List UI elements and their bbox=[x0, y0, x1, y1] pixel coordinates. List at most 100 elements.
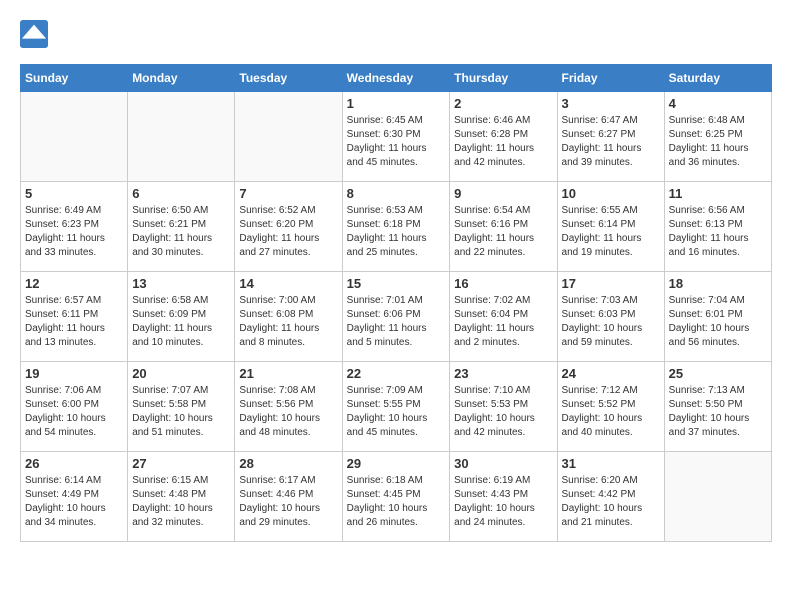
calendar-cell: 21 Sunrise: 7:08 AM Sunset: 5:56 PM Dayli… bbox=[235, 362, 342, 452]
calendar-cell: 6Sunrise: 6:50 AM Sunset: 6:21 PM Daylig… bbox=[128, 182, 235, 272]
calendar-cell: 7Sunrise: 6:52 AM Sunset: 6:20 PM Daylig… bbox=[235, 182, 342, 272]
calendar-cell: 9 Sunrise: 6:54 AM Sunset: 6:16 PM Daylig… bbox=[450, 182, 557, 272]
day-info: Sunrise: 6:53 AM Sunset: 6:18 PM Dayligh… bbox=[347, 204, 446, 260]
day-info: Sunrise: 7:00 AM Sunset: 6:08 PM Dayligh… bbox=[239, 294, 337, 350]
day-info: Sunrise: 7:04 AM Sunset: 6:01 PM Dayligh… bbox=[669, 294, 767, 350]
calendar-cell bbox=[235, 92, 342, 182]
day-number: 25 bbox=[669, 366, 767, 381]
calendar-cell: 1 Sunrise: 6:45 AM Sunset: 6:30 PM Daylig… bbox=[342, 92, 450, 182]
day-info: Sunrise: 6:20 AM Sunset: 4:42 PM Dayligh… bbox=[562, 474, 660, 530]
day-info: Sunrise: 7:07 AM Sunset: 5:58 PM Dayligh… bbox=[132, 384, 230, 440]
day-number: 15 bbox=[347, 276, 446, 291]
calendar-cell: 25 Sunrise: 7:13 AM Sunset: 5:50 PM Dayli… bbox=[664, 362, 771, 452]
day-info: Sunrise: 6:48 AM Sunset: 6:25 PM Dayligh… bbox=[669, 114, 767, 170]
calendar-cell: 13 Sunrise: 6:58 AM Sunset: 6:09 PM Dayli… bbox=[128, 272, 235, 362]
day-number: 22 bbox=[347, 366, 446, 381]
day-info: Sunrise: 6:18 AM Sunset: 4:45 PM Dayligh… bbox=[347, 474, 446, 530]
calendar-cell: 11Sunrise: 6:56 AM Sunset: 6:13 PM Dayli… bbox=[664, 182, 771, 272]
calendar-week-row: 1 Sunrise: 6:45 AM Sunset: 6:30 PM Daylig… bbox=[21, 92, 772, 182]
day-info: Sunrise: 6:19 AM Sunset: 4:43 PM Dayligh… bbox=[454, 474, 552, 530]
calendar-week-row: 19 Sunrise: 7:06 AM Sunset: 6:00 PM Dayli… bbox=[21, 362, 772, 452]
weekday-header-wednesday: Wednesday bbox=[342, 65, 450, 92]
day-info: Sunrise: 6:54 AM Sunset: 6:16 PM Dayligh… bbox=[454, 204, 552, 260]
calendar-cell: 20 Sunrise: 7:07 AM Sunset: 5:58 PM Dayli… bbox=[128, 362, 235, 452]
day-info: Sunrise: 6:58 AM Sunset: 6:09 PM Dayligh… bbox=[132, 294, 230, 350]
calendar-cell: 16 Sunrise: 7:02 AM Sunset: 6:04 PM Dayli… bbox=[450, 272, 557, 362]
day-info: Sunrise: 7:01 AM Sunset: 6:06 PM Dayligh… bbox=[347, 294, 446, 350]
day-number: 7 bbox=[239, 186, 337, 201]
day-info: Sunrise: 7:08 AM Sunset: 5:56 PM Dayligh… bbox=[239, 384, 337, 440]
day-number: 11 bbox=[669, 186, 767, 201]
day-number: 1 bbox=[347, 96, 446, 111]
day-number: 9 bbox=[454, 186, 552, 201]
weekday-header-row: SundayMondayTuesdayWednesdayThursdayFrid… bbox=[21, 65, 772, 92]
day-number: 17 bbox=[562, 276, 660, 291]
calendar-week-row: 5Sunrise: 6:49 AM Sunset: 6:23 PM Daylig… bbox=[21, 182, 772, 272]
calendar-cell bbox=[664, 452, 771, 542]
calendar-cell: 27 Sunrise: 6:15 AM Sunset: 4:48 PM Dayli… bbox=[128, 452, 235, 542]
day-number: 13 bbox=[132, 276, 230, 291]
day-number: 23 bbox=[454, 366, 552, 381]
calendar-cell: 8 Sunrise: 6:53 AM Sunset: 6:18 PM Daylig… bbox=[342, 182, 450, 272]
day-info: Sunrise: 7:10 AM Sunset: 5:53 PM Dayligh… bbox=[454, 384, 552, 440]
day-info: Sunrise: 6:45 AM Sunset: 6:30 PM Dayligh… bbox=[347, 114, 446, 170]
day-number: 27 bbox=[132, 456, 230, 471]
calendar-week-row: 12 Sunrise: 6:57 AM Sunset: 6:11 PM Dayli… bbox=[21, 272, 772, 362]
day-number: 18 bbox=[669, 276, 767, 291]
calendar-cell: 2Sunrise: 6:46 AM Sunset: 6:28 PM Daylig… bbox=[450, 92, 557, 182]
logo-icon bbox=[20, 20, 48, 48]
calendar-cell: 22 Sunrise: 7:09 AM Sunset: 5:55 PM Dayli… bbox=[342, 362, 450, 452]
calendar-cell: 3 Sunrise: 6:47 AM Sunset: 6:27 PM Daylig… bbox=[557, 92, 664, 182]
day-info: Sunrise: 6:15 AM Sunset: 4:48 PM Dayligh… bbox=[132, 474, 230, 530]
day-info: Sunrise: 6:46 AM Sunset: 6:28 PM Dayligh… bbox=[454, 114, 552, 170]
logo bbox=[20, 20, 52, 48]
calendar-cell: 29 Sunrise: 6:18 AM Sunset: 4:45 PM Dayli… bbox=[342, 452, 450, 542]
weekday-header-sunday: Sunday bbox=[21, 65, 128, 92]
day-info: Sunrise: 6:55 AM Sunset: 6:14 PM Dayligh… bbox=[562, 204, 660, 260]
day-number: 30 bbox=[454, 456, 552, 471]
day-number: 19 bbox=[25, 366, 123, 381]
day-number: 29 bbox=[347, 456, 446, 471]
weekday-header-tuesday: Tuesday bbox=[235, 65, 342, 92]
weekday-header-friday: Friday bbox=[557, 65, 664, 92]
day-number: 20 bbox=[132, 366, 230, 381]
calendar-cell: 17 Sunrise: 7:03 AM Sunset: 6:03 PM Dayli… bbox=[557, 272, 664, 362]
day-info: Sunrise: 6:50 AM Sunset: 6:21 PM Dayligh… bbox=[132, 204, 230, 260]
day-number: 8 bbox=[347, 186, 446, 201]
day-info: Sunrise: 6:14 AM Sunset: 4:49 PM Dayligh… bbox=[25, 474, 123, 530]
day-info: Sunrise: 7:06 AM Sunset: 6:00 PM Dayligh… bbox=[25, 384, 123, 440]
calendar-cell: 26Sunrise: 6:14 AM Sunset: 4:49 PM Dayli… bbox=[21, 452, 128, 542]
calendar-table: SundayMondayTuesdayWednesdayThursdayFrid… bbox=[20, 64, 772, 542]
calendar-cell bbox=[21, 92, 128, 182]
day-number: 4 bbox=[669, 96, 767, 111]
calendar-cell: 30 Sunrise: 6:19 AM Sunset: 4:43 PM Dayli… bbox=[450, 452, 557, 542]
day-number: 10 bbox=[562, 186, 660, 201]
calendar-cell: 23 Sunrise: 7:10 AM Sunset: 5:53 PM Dayli… bbox=[450, 362, 557, 452]
day-number: 31 bbox=[562, 456, 660, 471]
calendar-week-row: 26Sunrise: 6:14 AM Sunset: 4:49 PM Dayli… bbox=[21, 452, 772, 542]
day-info: Sunrise: 6:57 AM Sunset: 6:11 PM Dayligh… bbox=[25, 294, 123, 350]
calendar-cell: 10 Sunrise: 6:55 AM Sunset: 6:14 PM Dayli… bbox=[557, 182, 664, 272]
page-header bbox=[20, 20, 772, 48]
day-info: Sunrise: 7:13 AM Sunset: 5:50 PM Dayligh… bbox=[669, 384, 767, 440]
weekday-header-thursday: Thursday bbox=[450, 65, 557, 92]
day-info: Sunrise: 6:49 AM Sunset: 6:23 PM Dayligh… bbox=[25, 204, 123, 260]
day-number: 28 bbox=[239, 456, 337, 471]
day-number: 16 bbox=[454, 276, 552, 291]
calendar-cell: 14 Sunrise: 7:00 AM Sunset: 6:08 PM Dayli… bbox=[235, 272, 342, 362]
calendar-cell: 31 Sunrise: 6:20 AM Sunset: 4:42 PM Dayli… bbox=[557, 452, 664, 542]
day-number: 14 bbox=[239, 276, 337, 291]
day-number: 24 bbox=[562, 366, 660, 381]
calendar-cell: 12 Sunrise: 6:57 AM Sunset: 6:11 PM Dayli… bbox=[21, 272, 128, 362]
day-info: Sunrise: 7:03 AM Sunset: 6:03 PM Dayligh… bbox=[562, 294, 660, 350]
calendar-cell: 5Sunrise: 6:49 AM Sunset: 6:23 PM Daylig… bbox=[21, 182, 128, 272]
day-number: 3 bbox=[562, 96, 660, 111]
day-number: 12 bbox=[25, 276, 123, 291]
day-info: Sunrise: 7:09 AM Sunset: 5:55 PM Dayligh… bbox=[347, 384, 446, 440]
calendar-cell bbox=[128, 92, 235, 182]
day-info: Sunrise: 6:17 AM Sunset: 4:46 PM Dayligh… bbox=[239, 474, 337, 530]
day-info: Sunrise: 6:47 AM Sunset: 6:27 PM Dayligh… bbox=[562, 114, 660, 170]
day-number: 21 bbox=[239, 366, 337, 381]
day-info: Sunrise: 7:12 AM Sunset: 5:52 PM Dayligh… bbox=[562, 384, 660, 440]
day-info: Sunrise: 7:02 AM Sunset: 6:04 PM Dayligh… bbox=[454, 294, 552, 350]
